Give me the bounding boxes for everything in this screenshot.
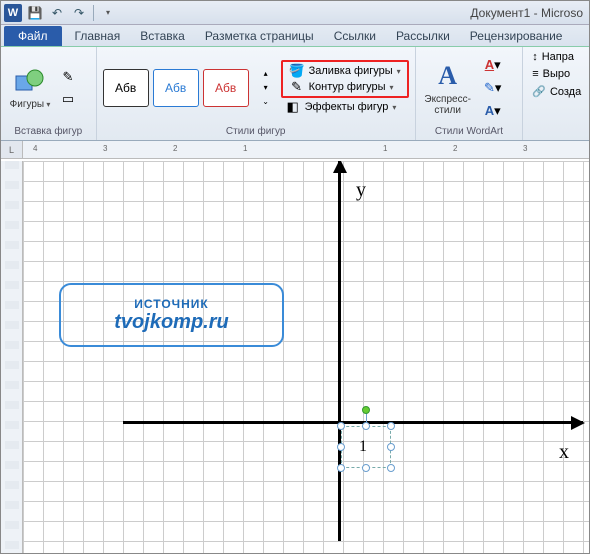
tab-file[interactable]: Файл <box>4 26 62 46</box>
text-direction-icon: ↕ <box>532 51 538 63</box>
resize-handle-br[interactable] <box>387 464 395 472</box>
y-axis-label: y <box>356 179 366 202</box>
tab-page-layout[interactable]: Разметка страницы <box>195 26 324 46</box>
watermark-top: ИСТОЧНИК <box>134 297 208 311</box>
shape-effects-button[interactable]: ◧ Эффекты фигур ▾ <box>281 99 409 115</box>
align-text-button[interactable]: ≡Выро <box>529 67 573 81</box>
shapes-button[interactable]: Фигуры ▾ <box>7 55 53 121</box>
x-axis <box>123 421 583 424</box>
style-preset-blue[interactable]: Абв <box>153 69 199 107</box>
style-preset-black[interactable]: Абв <box>103 69 149 107</box>
rotation-handle[interactable] <box>362 406 370 414</box>
ruler-vertical[interactable] <box>1 161 23 553</box>
resize-handle-tl[interactable] <box>337 422 345 430</box>
ribbon-tabs: Файл Главная Вставка Разметка страницы С… <box>1 25 589 47</box>
text-box-icon[interactable]: ▭ <box>57 89 79 109</box>
align-icon: ≡ <box>532 68 538 80</box>
ribbon: Фигуры ▾ ✎ ▭ Вставка фигур Абв Абв Абв ▴… <box>1 47 589 141</box>
document-canvas[interactable]: y x 1 ИСТОЧНИК tvojkomp.ru <box>23 161 589 553</box>
shape-outline-button[interactable]: ✎ Контур фигуры ▾ <box>285 79 405 95</box>
word-app-icon: W <box>4 4 22 22</box>
group-label-shapes: Вставка фигур <box>7 125 90 139</box>
group-label-text <box>529 125 583 139</box>
resize-handle-b[interactable] <box>362 464 370 472</box>
edit-shape-icon[interactable]: ✎ <box>57 67 79 87</box>
link-icon: 🔗 <box>532 85 546 98</box>
resize-handle-t[interactable] <box>362 422 370 430</box>
x-axis-label: x <box>559 441 569 464</box>
paint-bucket-icon: 🪣 <box>289 64 305 78</box>
y-axis-arrow-icon <box>333 161 347 173</box>
shape-fill-button[interactable]: 🪣 Заливка фигуры ▾ <box>285 63 405 79</box>
tab-review[interactable]: Рецензирование <box>460 26 573 46</box>
text-outline-icon[interactable]: ✎▾ <box>478 78 508 98</box>
text-effects-icon[interactable]: A▾ <box>478 101 508 121</box>
selected-textbox[interactable]: 1 <box>341 426 391 468</box>
quick-access-toolbar: 💾 ↶ ↷ ▾ <box>25 4 118 22</box>
ruler-horizontal[interactable]: L 4 3 2 1 1 2 3 <box>1 141 589 159</box>
qat-customize-icon[interactable]: ▾ <box>98 4 118 22</box>
watermark-bottom: tvojkomp.ru <box>114 311 228 334</box>
style-gallery-down-icon[interactable]: ▾ <box>255 82 277 94</box>
resize-handle-bl[interactable] <box>337 464 345 472</box>
tab-mailings[interactable]: Рассылки <box>386 26 460 46</box>
text-fill-icon[interactable]: A▾ <box>478 55 508 75</box>
highlight-annotation: 🪣 Заливка фигуры ▾ ✎ Контур фигуры ▾ <box>281 60 409 98</box>
create-link-button[interactable]: 🔗Созда <box>529 84 584 99</box>
redo-icon[interactable]: ↷ <box>69 4 89 22</box>
group-shape-styles: Абв Абв Абв ▴ ▾ ⌄ 🪣 Заливка фигуры ▾ ✎ К… <box>97 47 416 140</box>
shapes-icon <box>14 65 46 97</box>
style-gallery-up-icon[interactable]: ▴ <box>255 68 277 80</box>
tab-home[interactable]: Главная <box>65 26 131 46</box>
save-icon[interactable]: 💾 <box>25 4 45 22</box>
watermark: ИСТОЧНИК tvojkomp.ru <box>59 283 284 347</box>
qat-separator <box>93 5 94 21</box>
style-gallery-more-icon[interactable]: ⌄ <box>255 96 277 108</box>
ruler-tab-selector[interactable]: L <box>1 141 23 159</box>
quick-styles-button[interactable]: A Экспресс- стили <box>422 55 474 121</box>
tab-references[interactable]: Ссылки <box>324 26 386 46</box>
pencil-outline-icon: ✎ <box>289 80 305 94</box>
group-text: ↕Напра ≡Выро 🔗Созда <box>523 47 589 140</box>
group-label-styles: Стили фигур <box>103 125 409 139</box>
ruler-ticks: 4 3 2 1 1 2 3 <box>23 141 589 158</box>
gridlines <box>23 161 589 553</box>
textbox-content[interactable]: 1 <box>359 438 367 456</box>
group-insert-shapes: Фигуры ▾ ✎ ▭ Вставка фигур <box>1 47 97 140</box>
window-title: Документ1 - Microso <box>118 6 589 20</box>
document-area: y x 1 ИСТОЧНИК tvojkomp.ru <box>1 161 589 553</box>
title-bar: W 💾 ↶ ↷ ▾ Документ1 - Microso <box>1 1 589 25</box>
resize-handle-l[interactable] <box>337 443 345 451</box>
x-axis-arrow-icon <box>571 416 585 430</box>
tab-insert[interactable]: Вставка <box>130 26 195 46</box>
group-label-wordart: Стили WordArt <box>422 125 517 139</box>
style-preset-red[interactable]: Абв <box>203 69 249 107</box>
y-axis <box>338 161 341 541</box>
text-direction-button[interactable]: ↕Напра <box>529 50 577 64</box>
resize-handle-tr[interactable] <box>387 422 395 430</box>
group-wordart: A Экспресс- стили A▾ ✎▾ A▾ Стили WordArt <box>416 47 524 140</box>
undo-icon[interactable]: ↶ <box>47 4 67 22</box>
effects-icon: ◧ <box>285 100 301 114</box>
wordart-a-icon: A <box>432 60 464 92</box>
resize-handle-r[interactable] <box>387 443 395 451</box>
